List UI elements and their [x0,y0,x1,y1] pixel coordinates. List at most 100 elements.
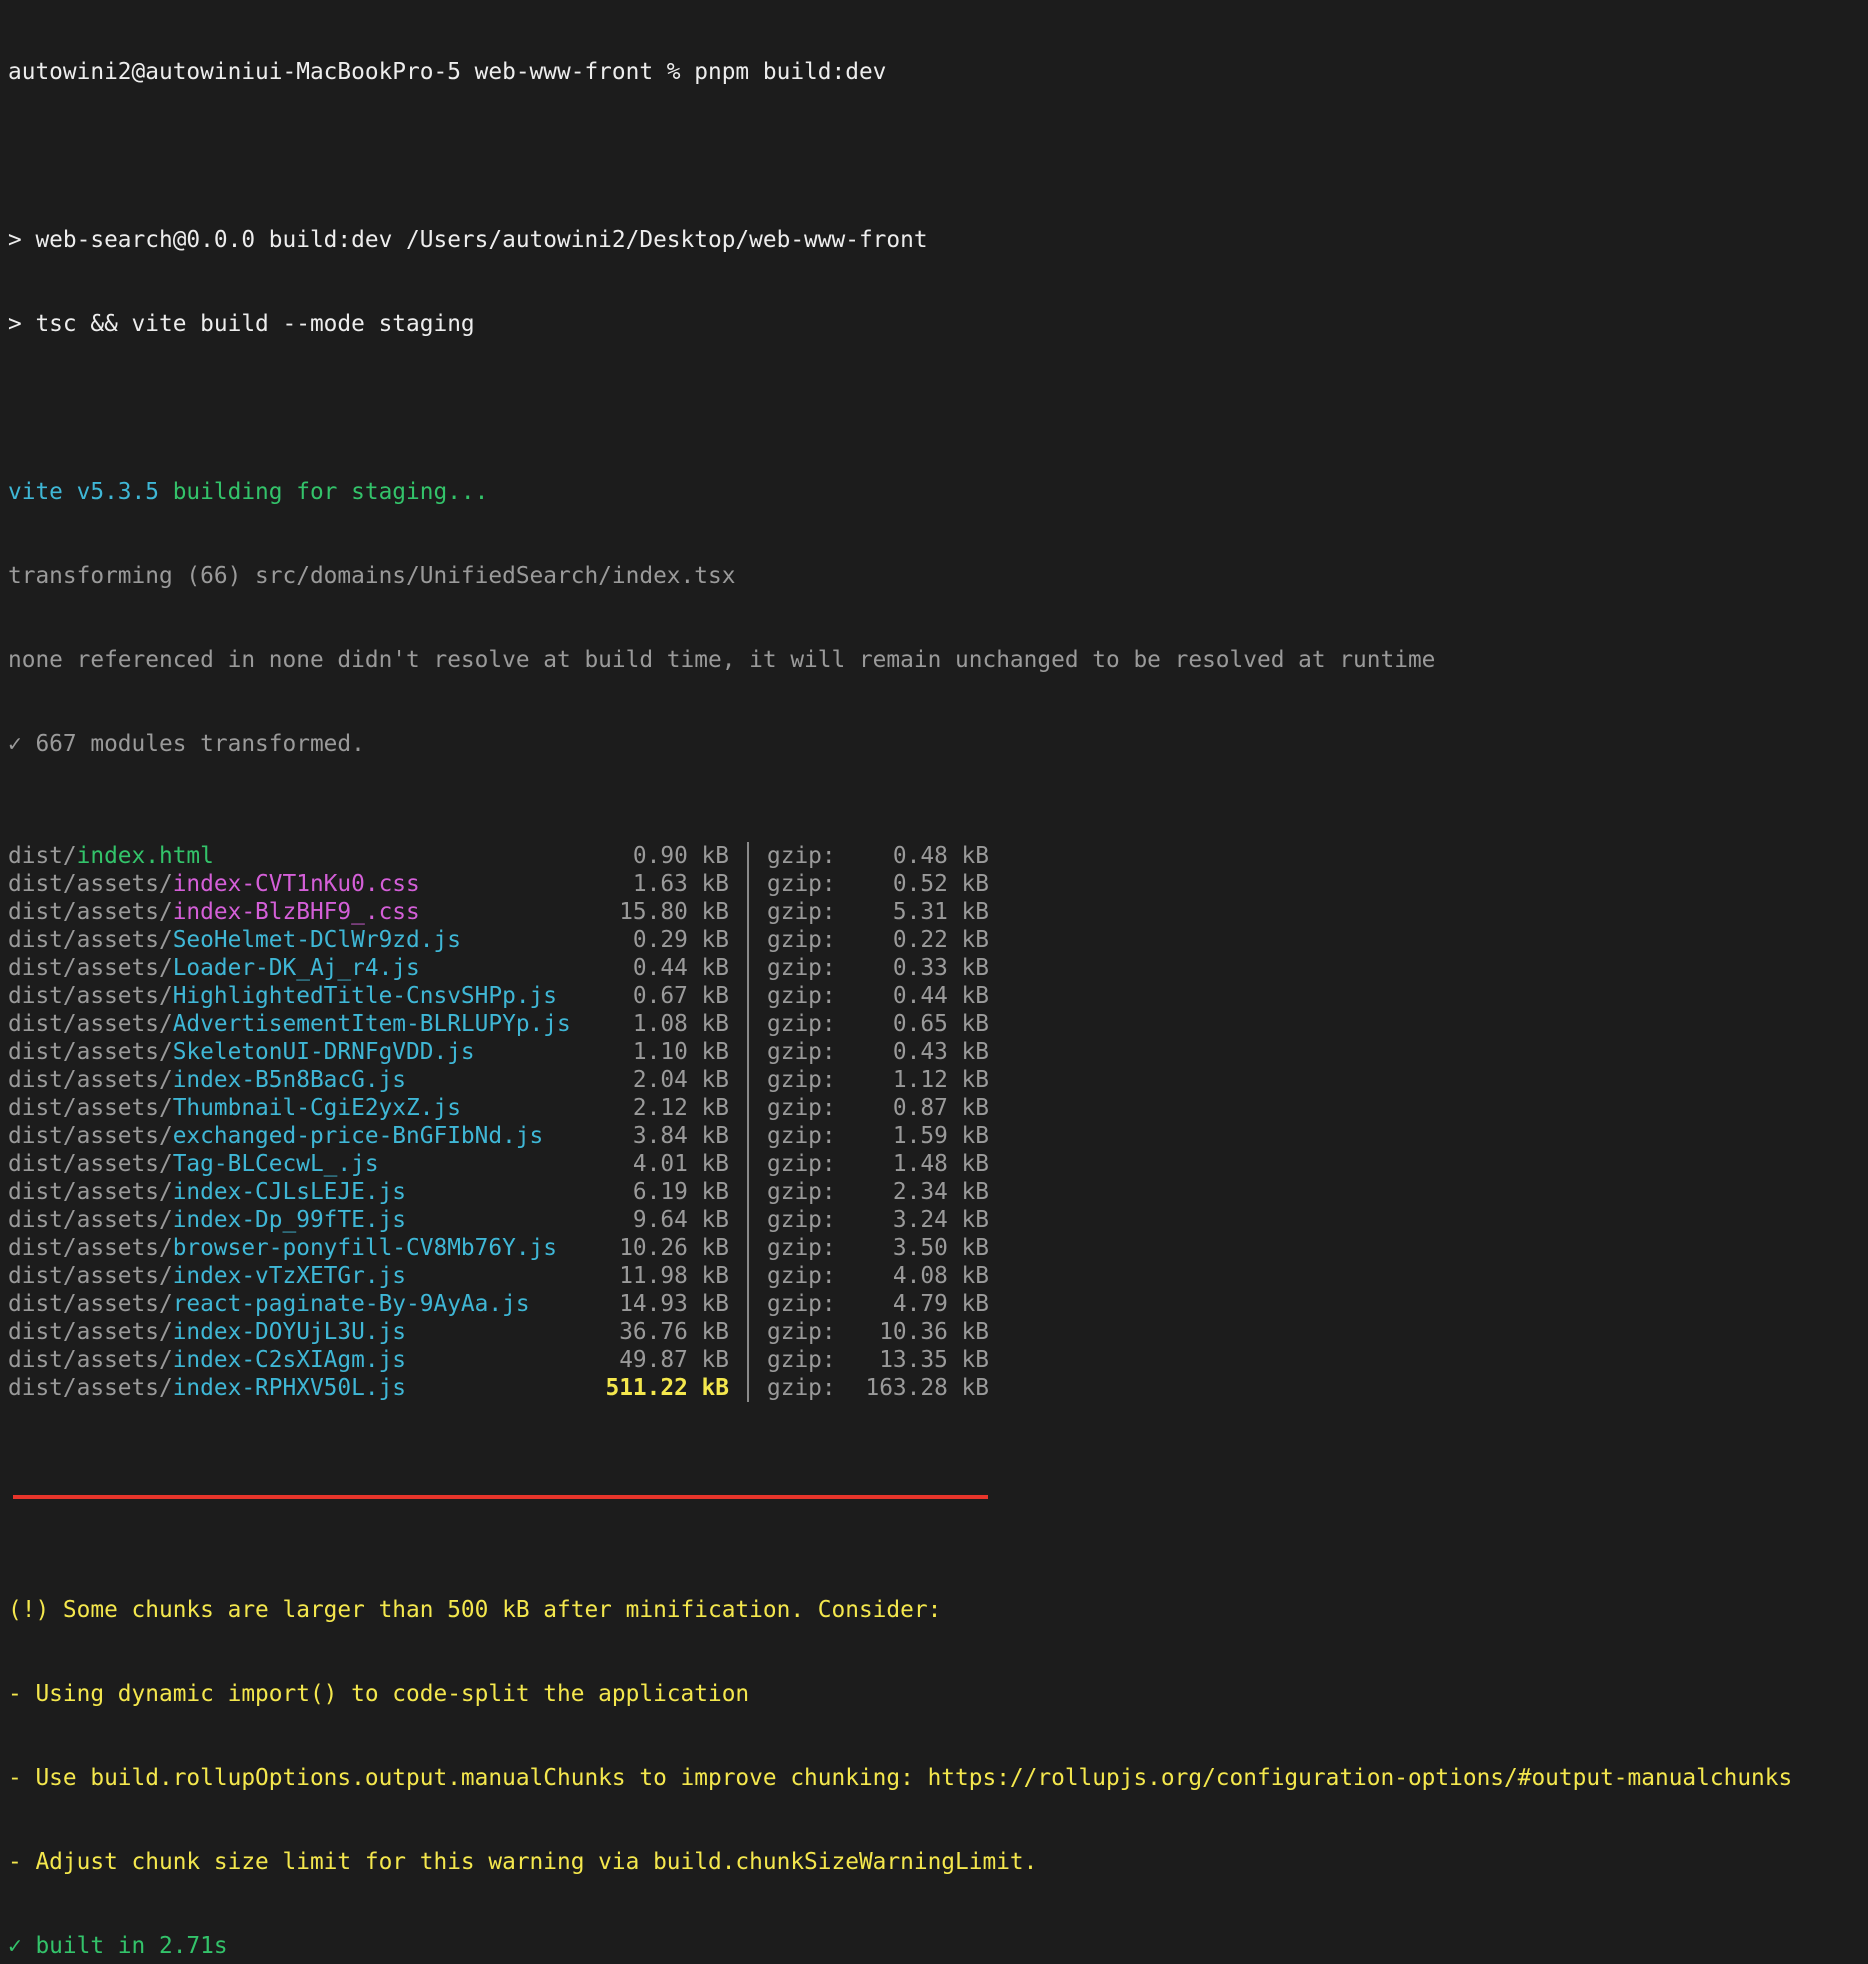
file-size: 1.10 kB [632,1039,729,1065]
file-size: 1.63 kB [632,871,729,897]
column-separator [747,1094,749,1122]
table-row: dist/assets/SkeletonUI-DRNFgVDD.js 1.10 k… [8,1038,1868,1066]
file-path: dist/assets/HighlightedTitle-CnsvSHPp.js [8,982,594,1010]
file-path: dist/assets/index-RPHXV50L.js [8,1374,594,1402]
table-row: dist/assets/HighlightedTitle-CnsvSHPp.js… [8,982,1868,1010]
file-name: index-DOYUjL3U.js [172,1319,407,1345]
file-name: react-paginate-By-9AyAa.js [172,1291,530,1317]
gzip-label: gzip: [767,1151,836,1177]
gzip-label: gzip: [767,1347,836,1373]
gzip-size: 3.24 kB [892,1207,989,1233]
file-dir: dist/assets/ [8,1235,173,1261]
file-dir: dist/assets/ [8,955,173,981]
gzip-label: gzip: [767,1067,836,1093]
file-size: 1.08 kB [632,1011,729,1037]
gzip-label: gzip: [767,843,836,869]
file-path: dist/assets/index-CVT1nKu0.css [8,870,594,898]
file-path: dist/assets/index-DOYUjL3U.js [8,1318,594,1346]
file-dir: dist/assets/ [8,983,173,1009]
file-size: 0.29 kB [632,927,729,953]
file-path: dist/assets/exchanged-price-BnGFIbNd.js [8,1122,594,1150]
file-dir: dist/assets/ [8,899,173,925]
chunk-warning-line-4: - Adjust chunk size limit for this warni… [8,1849,1038,1875]
column-separator [747,1150,749,1178]
resolve-warning-line: none referenced in none didn't resolve a… [8,647,1436,673]
column-separator [747,982,749,1010]
gzip-label: gzip: [767,983,836,1009]
column-separator [747,1066,749,1094]
file-size: 511.22 kB [605,1375,729,1401]
table-row: dist/assets/Thumbnail-CgiE2yxZ.js 2.12 kB… [8,1094,1868,1122]
file-size: 2.04 kB [632,1067,729,1093]
gzip-label: gzip: [767,1039,836,1065]
column-separator [747,1318,749,1346]
gzip-size: 1.12 kB [892,1067,989,1093]
file-size: 14.93 kB [619,1291,729,1317]
gzip-size: 0.44 kB [892,983,989,1009]
gzip-size: 1.48 kB [892,1151,989,1177]
chunk-warning-line-3: - Use build.rollupOptions.output.manualC… [8,1765,1793,1791]
gzip-size: 4.08 kB [892,1263,989,1289]
file-size: 0.90 kB [632,843,729,869]
file-dir: dist/assets/ [8,1375,173,1401]
file-path: dist/assets/index-vTzXETGr.js [8,1262,594,1290]
table-row: dist/assets/SeoHelmet-DClWr9zd.js 0.29 kB… [8,926,1868,954]
file-dir: dist/assets/ [8,927,173,953]
file-size: 36.76 kB [619,1319,729,1345]
built-line: ✓ built in 2.71s [8,1933,228,1959]
building-text: building for staging... [158,479,489,505]
build-output-table: dist/index.html 0.90 kB gzip: 0.48 kB dist/a… [8,842,1868,1402]
gzip-size: 13.35 kB [879,1347,989,1373]
table-row: dist/assets/react-paginate-By-9AyAa.js 14… [8,1290,1868,1318]
file-size: 15.80 kB [619,899,729,925]
column-separator [747,1262,749,1290]
file-path: dist/assets/Thumbnail-CgiE2yxZ.js [8,1094,594,1122]
file-size: 3.84 kB [632,1123,729,1149]
file-dir: dist/assets/ [8,871,173,897]
file-name: AdvertisementItem-BLRLUPYp.js [172,1011,571,1037]
gzip-label: gzip: [767,871,836,897]
column-separator [747,1122,749,1150]
terminal-window[interactable]: autowini2@autowiniui-MacBookPro-5 web-ww… [0,0,1868,1959]
table-row: dist/assets/index-CVT1nKu0.css 1.63 kB gzi… [8,870,1868,898]
file-size: 4.01 kB [632,1151,729,1177]
gzip-size: 2.34 kB [892,1179,989,1205]
table-row: dist/assets/index-DOYUjL3U.js 36.76 kB gzi… [8,1318,1868,1346]
file-dir: dist/assets/ [8,1039,173,1065]
file-path: dist/assets/AdvertisementItem-BLRLUPYp.j… [8,1010,594,1038]
column-separator [747,926,749,954]
file-dir: dist/assets/ [8,1291,173,1317]
file-name: index.html [76,843,214,869]
file-dir: dist/assets/ [8,1123,173,1149]
gzip-label: gzip: [767,1179,836,1205]
file-path: dist/assets/index-CJLsLEJE.js [8,1178,594,1206]
script-line-2: > tsc && vite build --mode staging [8,311,475,337]
file-path: dist/assets/index-B5n8BacG.js [8,1066,594,1094]
file-name: index-C2sXIAgm.js [172,1347,407,1373]
file-size: 11.98 kB [619,1263,729,1289]
file-name: SkeletonUI-DRNFgVDD.js [172,1039,475,1065]
file-size: 9.64 kB [632,1207,729,1233]
shell-prompt: autowini2@autowiniui-MacBookPro-5 web-ww… [8,59,695,85]
vite-building-line: vite v5.3.5 building for staging... [8,478,1868,506]
column-separator [747,1234,749,1262]
file-path: dist/assets/Tag-BLCecwL_.js [8,1150,594,1178]
file-dir: dist/assets/ [8,1207,173,1233]
file-name: SeoHelmet-DClWr9zd.js [172,927,461,953]
file-name: index-RPHXV50L.js [172,1375,407,1401]
file-path: dist/assets/SkeletonUI-DRNFgVDD.js [8,1038,594,1066]
file-name: index-B5n8BacG.js [172,1067,407,1093]
file-dir: dist/assets/ [8,1347,173,1373]
gzip-size: 0.48 kB [892,843,989,869]
gzip-size: 10.36 kB [879,1319,989,1345]
column-separator [747,1178,749,1206]
prompt-line: autowini2@autowiniui-MacBookPro-5 web-ww… [8,58,1868,86]
file-name: exchanged-price-BnGFIbNd.js [172,1123,544,1149]
red-underline-annotation [13,1495,988,1499]
file-path: dist/assets/browser-ponyfill-CV8Mb76Y.js [8,1234,594,1262]
file-name: index-CVT1nKu0.css [172,871,420,897]
gzip-size: 0.52 kB [892,871,989,897]
transforming-line: transforming (66) src/domains/UnifiedSea… [8,563,736,589]
column-separator [747,1206,749,1234]
column-separator [747,1010,749,1038]
